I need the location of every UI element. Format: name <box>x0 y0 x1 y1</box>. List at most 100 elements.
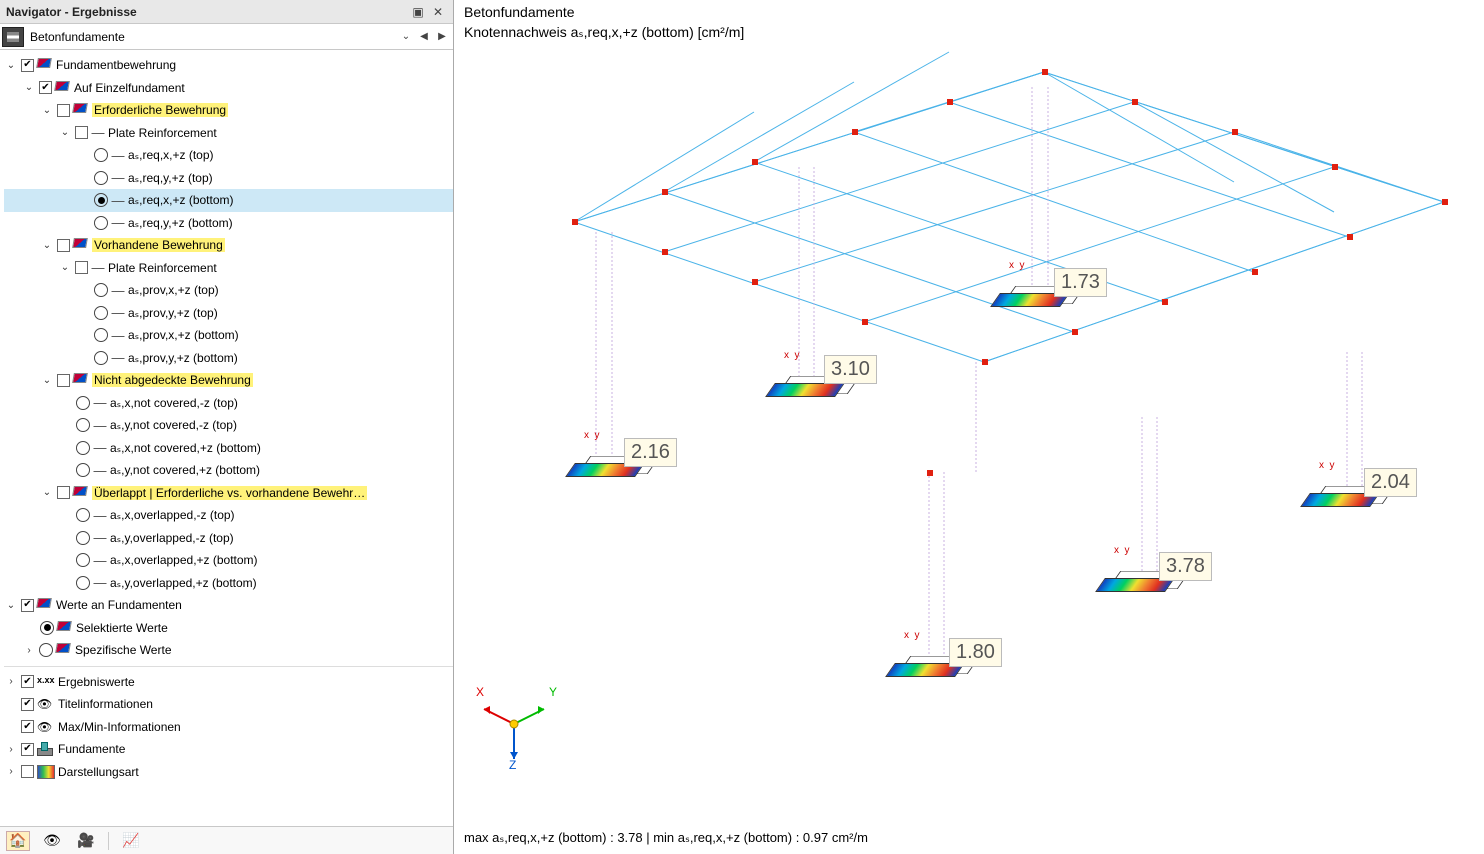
leaf-nc-x-top[interactable]: — aₛ,x,not covered,-z (top) <box>4 392 453 415</box>
radio[interactable] <box>94 216 108 230</box>
radio-selected[interactable] <box>40 621 54 635</box>
chevron-right-icon[interactable]: › <box>4 766 18 777</box>
checkbox[interactable] <box>57 486 70 499</box>
value-label: 1.73 <box>1054 268 1107 297</box>
leaf-nc-y-bottom[interactable]: — aₛ,y,not covered,+z (bottom) <box>4 459 453 482</box>
node-werte-an-fundamenten[interactable]: ⌄ Werte an Fundamenten <box>4 594 453 617</box>
diagram-tab-icon[interactable]: 📈 <box>119 831 143 851</box>
chevron-down-icon[interactable]: ⌄ <box>58 262 72 273</box>
checkbox[interactable] <box>57 104 70 117</box>
node-erforderliche-bewehrung[interactable]: ⌄ Erforderliche Bewehrung <box>4 99 453 122</box>
leaf-req-x-top[interactable]: — aₛ,req,x,+z (top) <box>4 144 453 167</box>
checkbox[interactable] <box>39 81 52 94</box>
leaf-selektierte-werte[interactable]: Selektierte Werte <box>4 617 453 640</box>
viewport-title: Betonfundamente <box>464 4 575 20</box>
node-titelinformationen[interactable]: › 👁 Titelinformationen <box>4 693 453 716</box>
radio[interactable] <box>76 396 90 410</box>
node-plate-reinforcement-2[interactable]: ⌄ — Plate Reinforcement <box>4 257 453 280</box>
node-nicht-abgedeckte[interactable]: ⌄ Nicht abgedeckte Bewehrung <box>4 369 453 392</box>
chevron-down-icon[interactable]: ⌄ <box>40 375 54 386</box>
radio[interactable] <box>94 283 108 297</box>
chevron-right-icon[interactable]: › <box>4 744 18 755</box>
node-maxmin-informationen[interactable]: › 👁 Max/Min-Informationen <box>4 716 453 739</box>
node-label: aₛ,y,not covered,-z (top) <box>110 418 237 432</box>
radio[interactable] <box>76 418 90 432</box>
chevron-down-icon[interactable]: ⌄ <box>40 240 54 251</box>
leaf-nc-x-bottom[interactable]: — aₛ,x,not covered,+z (bottom) <box>4 437 453 460</box>
checkbox[interactable] <box>21 675 34 688</box>
radio[interactable] <box>94 171 108 185</box>
leaf-spezifische-werte[interactable]: › Spezifische Werte <box>4 639 453 662</box>
wireframe <box>454 50 1484 814</box>
visibility-tab-icon[interactable]: 👁 <box>40 831 64 851</box>
node-label: aₛ,prov,x,+z (top) <box>128 283 219 297</box>
radio[interactable] <box>76 463 90 477</box>
leaf-nc-y-top[interactable]: — aₛ,y,not covered,-z (top) <box>4 414 453 437</box>
chevron-down-icon[interactable]: ⌄ <box>40 105 54 116</box>
node-fundamente[interactable]: › Fundamente <box>4 738 453 761</box>
chevron-right-icon[interactable]: › <box>4 676 18 687</box>
checkbox[interactable] <box>21 599 34 612</box>
radio[interactable] <box>76 576 90 590</box>
checkbox[interactable] <box>21 59 34 72</box>
checkbox[interactable] <box>75 126 88 139</box>
leaf-prov-x-top[interactable]: — aₛ,prov,x,+z (top) <box>4 279 453 302</box>
node-vorhandene-bewehrung[interactable]: ⌄ Vorhandene Bewehrung <box>4 234 453 257</box>
eye-icon: 👁 <box>37 720 55 734</box>
radio[interactable] <box>39 643 53 657</box>
node-label: aₛ,req,y,+z (bottom) <box>128 216 233 230</box>
chevron-down-icon[interactable]: ⌄ <box>4 60 18 71</box>
undock-icon[interactable]: ▣ <box>409 4 427 20</box>
leaf-prov-y-top[interactable]: — aₛ,prov,y,+z (top) <box>4 302 453 325</box>
checkbox[interactable] <box>57 374 70 387</box>
leaf-ov-x-bottom[interactable]: — aₛ,x,overlapped,+z (bottom) <box>4 549 453 572</box>
radio-selected[interactable] <box>94 193 108 207</box>
checkbox[interactable] <box>21 743 34 756</box>
node-ergebniswerte[interactable]: › x.xx Ergebniswerte <box>4 671 453 694</box>
radio[interactable] <box>94 328 108 342</box>
scene-3d[interactable]: x y 2.16 x y 3.10 x y 1.73 x y 1.80 x y … <box>454 50 1484 814</box>
radio[interactable] <box>76 531 90 545</box>
category-dropdown[interactable]: Betonfundamente ⌄ ◀ ▶ <box>0 24 453 50</box>
chevron-down-icon[interactable]: ⌄ <box>40 487 54 498</box>
radio[interactable] <box>76 553 90 567</box>
results-tab-icon[interactable]: 🏠 <box>6 831 30 851</box>
radio[interactable] <box>94 306 108 320</box>
chevron-down-icon[interactable]: ⌄ <box>4 600 18 611</box>
checkbox[interactable] <box>75 261 88 274</box>
leaf-ov-x-top[interactable]: — aₛ,x,overlapped,-z (top) <box>4 504 453 527</box>
chevron-down-icon[interactable]: ⌄ <box>58 127 72 138</box>
node-auf-einzelfundament[interactable]: ⌄ Auf Einzelfundament <box>4 77 453 100</box>
leaf-req-x-bottom[interactable]: — aₛ,req,x,+z (bottom) <box>4 189 453 212</box>
checkbox[interactable] <box>21 765 34 778</box>
radio[interactable] <box>76 508 90 522</box>
chevron-down-icon[interactable]: ⌄ <box>397 31 415 42</box>
chevron-down-icon[interactable]: ⌄ <box>22 82 36 93</box>
leaf-prov-y-bottom[interactable]: — aₛ,prov,y,+z (bottom) <box>4 347 453 370</box>
radio[interactable] <box>94 351 108 365</box>
node-ueberlappt[interactable]: ⌄ Überlappt | Erforderliche vs. vorhande… <box>4 482 453 505</box>
chevron-right-icon[interactable]: › <box>22 645 36 656</box>
eye-icon: 👁 <box>37 697 55 711</box>
result-tree[interactable]: ⌄ Fundamentbewehrung ⌄ Auf Einzelfundame… <box>0 50 453 826</box>
leaf-prov-x-bottom[interactable]: — aₛ,prov,x,+z (bottom) <box>4 324 453 347</box>
leaf-ov-y-top[interactable]: — aₛ,y,overlapped,-z (top) <box>4 527 453 550</box>
node-fundamentbewehrung[interactable]: ⌄ Fundamentbewehrung <box>4 54 453 77</box>
radio[interactable] <box>94 148 108 162</box>
node-plate-reinforcement[interactable]: ⌄ — Plate Reinforcement <box>4 122 453 145</box>
close-icon[interactable]: ✕ <box>429 4 447 20</box>
leaf-req-y-bottom[interactable]: — aₛ,req,y,+z (bottom) <box>4 212 453 235</box>
node-darstellungsart[interactable]: › Darstellungsart <box>4 761 453 784</box>
nav-next-icon[interactable]: ▶ <box>433 31 451 42</box>
camera-tab-icon[interactable]: 🎥 <box>74 831 98 851</box>
line-icon: — <box>93 553 107 568</box>
leaf-ov-y-bottom[interactable]: — aₛ,y,overlapped,+z (bottom) <box>4 572 453 595</box>
checkbox[interactable] <box>57 239 70 252</box>
flag-icon <box>57 621 73 635</box>
radio[interactable] <box>76 441 90 455</box>
nav-prev-icon[interactable]: ◀ <box>415 31 433 42</box>
leaf-req-y-top[interactable]: — aₛ,req,y,+z (top) <box>4 167 453 190</box>
checkbox[interactable] <box>21 720 34 733</box>
model-viewport[interactable]: Betonfundamente Knotennachweis aₛ,req,x,… <box>454 0 1484 854</box>
checkbox[interactable] <box>21 698 34 711</box>
